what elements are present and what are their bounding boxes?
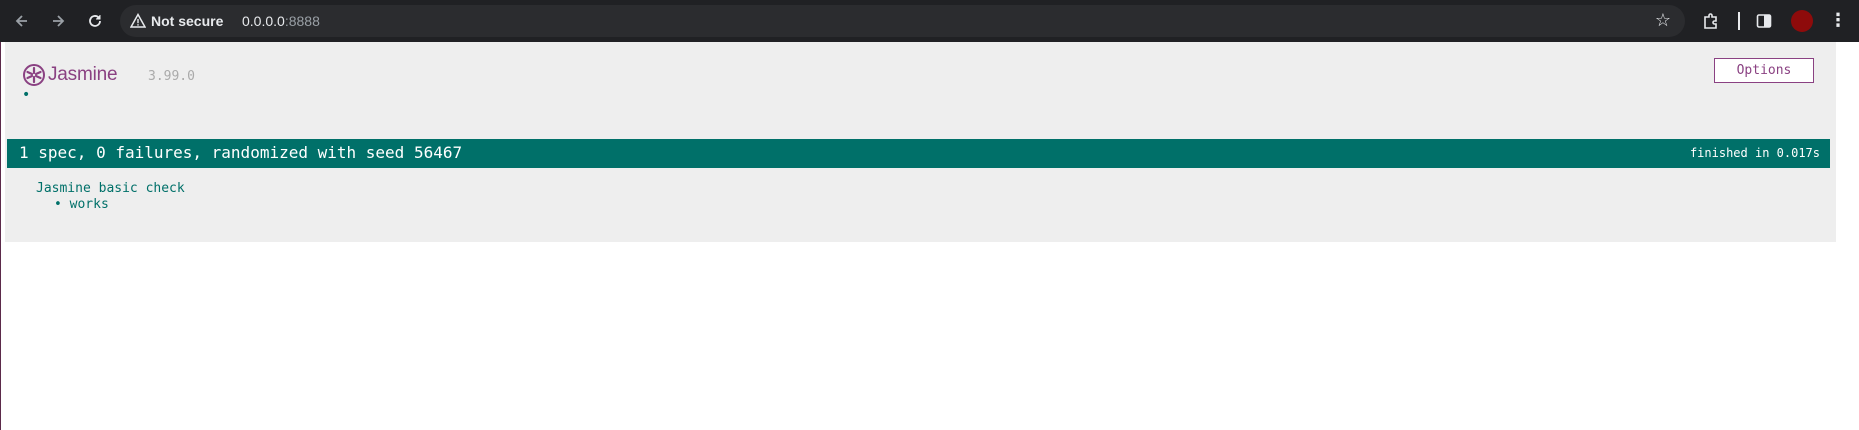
page-content: Jasmine 3.99.0 Options • 1 spec, 0 failu… — [0, 42, 1859, 430]
back-arrow-icon — [15, 15, 27, 27]
back-button[interactable] — [9, 8, 35, 34]
run-duration: finished in 0.017s — [1689, 146, 1820, 160]
toolbar-divider — [1738, 12, 1740, 30]
profile-avatar[interactable] — [1791, 10, 1813, 32]
menu-dots-icon[interactable]: ⋮ — [1828, 9, 1848, 33]
jasmine-logo-text: Jasmine — [48, 64, 118, 85]
jasmine-banner: Jasmine — [22, 61, 118, 89]
bookmark-star-icon[interactable]: ☆ — [1653, 11, 1673, 31]
results-summary: 1 spec, 0 failures, randomized with seed… — [19, 143, 463, 162]
url-host: 0.0.0.0 — [242, 13, 285, 29]
results-summary-bar: 1 spec, 0 failures, randomized with seed… — [7, 139, 1830, 168]
spec-progress-dot[interactable]: • — [22, 88, 30, 102]
jasmine-reporter: Jasmine 3.99.0 Options • 1 spec, 0 failu… — [5, 42, 1836, 242]
jasmine-version: 3.99.0 — [148, 69, 195, 84]
site-security-indicator[interactable]: Not secure — [130, 12, 223, 30]
window-edge — [0, 42, 1, 430]
results-list: Jasmine basic check • works — [36, 181, 185, 213]
jasmine-logo-icon — [23, 64, 45, 86]
spec-item: • works — [54, 197, 185, 213]
options-button[interactable]: Options — [1714, 58, 1814, 83]
warning-icon — [130, 13, 146, 28]
forward-arrow-icon — [53, 15, 65, 27]
address-bar[interactable]: Not secure 0.0.0.0:8888 ☆ — [120, 5, 1685, 37]
url-text[interactable]: 0.0.0.0:8888 — [242, 12, 320, 30]
spec-label[interactable]: works — [70, 197, 109, 212]
forward-button[interactable] — [45, 8, 71, 34]
reload-icon — [89, 15, 101, 27]
sidebar-icon[interactable] — [1752, 9, 1776, 33]
suite-name[interactable]: Jasmine basic check — [36, 181, 185, 197]
url-port: :8888 — [284, 13, 320, 29]
extensions-icon[interactable] — [1699, 9, 1723, 33]
security-label: Not secure — [151, 13, 224, 29]
spec-bullet: • — [54, 197, 62, 212]
reload-button[interactable] — [82, 8, 108, 34]
browser-toolbar: Not secure 0.0.0.0:8888 ☆ ⋮ — [0, 0, 1859, 42]
